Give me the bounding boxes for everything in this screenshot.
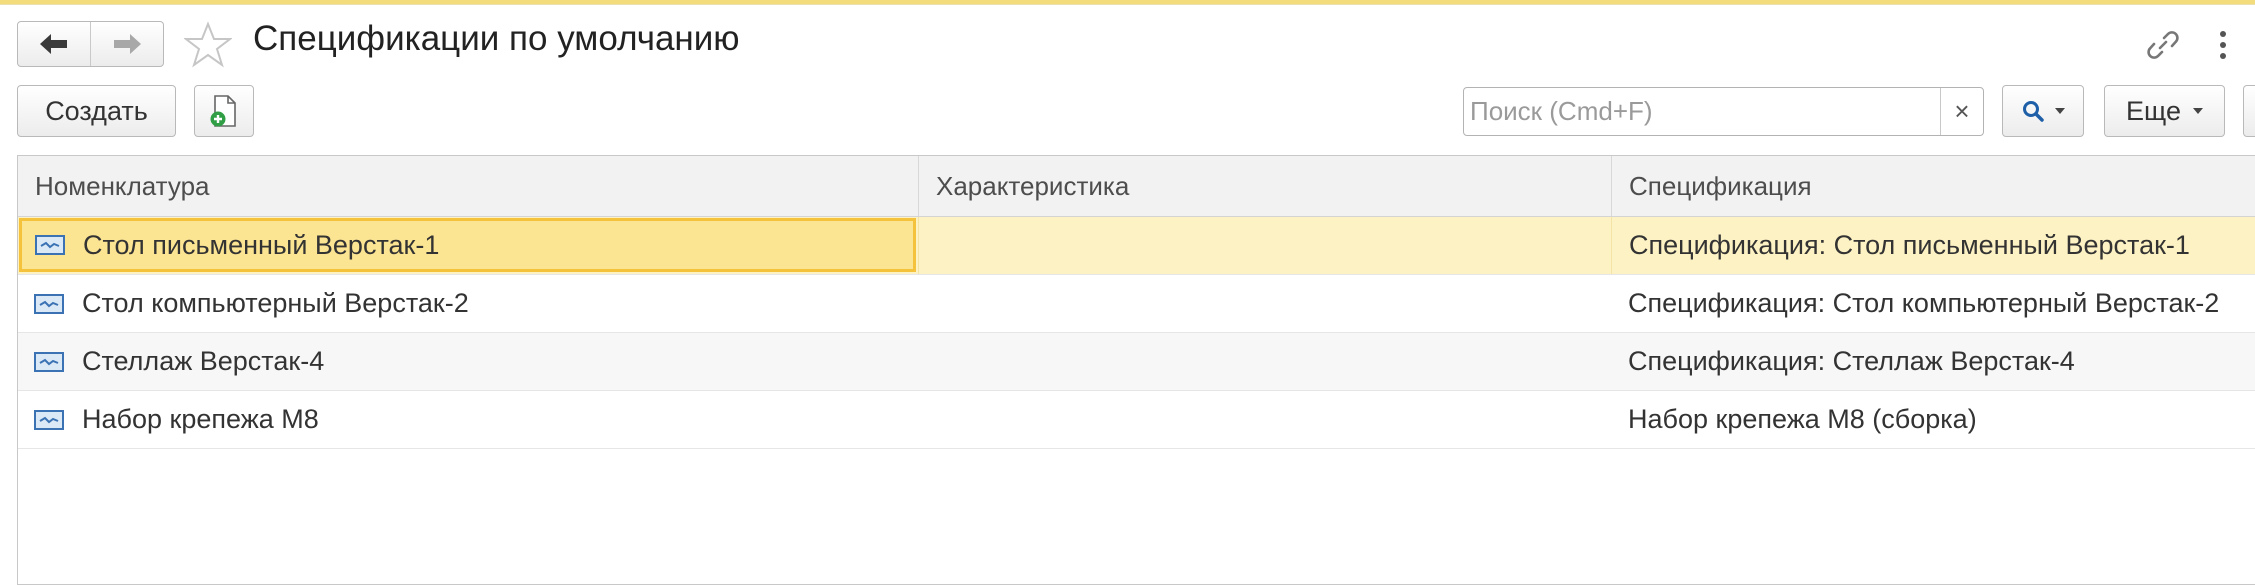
nomenclature-cell[interactable]: Стол письменный Верстак-1 [19, 218, 916, 272]
nomenclature-cell[interactable]: Стеллаж Верстак-4 [18, 333, 918, 390]
chevron-down-icon [2055, 108, 2065, 114]
chevron-down-icon [2192, 108, 2203, 114]
page-title: Спецификации по умолчанию [253, 19, 740, 58]
link-icon[interactable] [2145, 27, 2181, 63]
forward-button[interactable] [90, 22, 163, 66]
nomenclature-text: Стол компьютерный Верстак-2 [82, 288, 469, 318]
back-button[interactable] [18, 22, 90, 66]
catalog-item-icon [35, 235, 65, 255]
characteristic-cell[interactable] [918, 275, 1611, 332]
specification-cell[interactable]: Спецификация: Стол компьютерный Верстак-… [1611, 275, 2255, 332]
catalog-item-icon [34, 409, 64, 430]
clear-icon: × [1954, 96, 1970, 126]
nomenclature-cell[interactable]: Набор крепежа М8 [18, 391, 918, 448]
nomenclature-text: Стеллаж Верстак-4 [82, 346, 325, 376]
search-icon [2023, 101, 2044, 122]
search-input[interactable] [1464, 88, 1940, 135]
back-arrow-icon [40, 34, 67, 54]
column-header-characteristic[interactable]: Характеристика [918, 156, 1611, 216]
window-top-divider [0, 4, 2255, 5]
catalog-item-icon [34, 293, 64, 314]
specifications-table: Номенклатура Характеристика Спецификация… [17, 155, 2255, 585]
create-button[interactable]: Создать [17, 85, 176, 137]
specification-cell[interactable]: Спецификация: Стол письменный Верстак-1 [1611, 217, 2255, 274]
help-button[interactable] [2243, 85, 2255, 137]
table-row[interactable]: Набор крепежа М8 Набор крепежа М8 (сборк… [18, 391, 2255, 449]
column-header-specification[interactable]: Спецификация [1611, 156, 2255, 216]
more-vertical-icon[interactable] [2213, 27, 2233, 63]
characteristic-cell[interactable] [918, 217, 1611, 274]
table-row[interactable]: Стеллаж Верстак-4 Спецификация: Стеллаж … [18, 333, 2255, 391]
column-header-nomenclature[interactable]: Номенклатура [18, 156, 918, 216]
nomenclature-text: Стол письменный Верстак-1 [83, 229, 440, 260]
table-row[interactable]: Стол компьютерный Верстак-2 Спецификация… [18, 275, 2255, 333]
catalog-item-icon [34, 351, 64, 372]
search-button[interactable] [2002, 85, 2084, 137]
nomenclature-text: Набор крепежа М8 [82, 404, 319, 434]
table-row[interactable]: Стол письменный Верстак-1 Спецификация: … [18, 217, 2255, 275]
search-field: × [1463, 87, 1984, 136]
favorite-star-icon[interactable] [184, 21, 232, 69]
more-actions-button[interactable]: Еще [2104, 85, 2225, 137]
clear-search-button[interactable]: × [1940, 88, 1983, 135]
add-file-icon [210, 95, 236, 127]
table-header: Номенклатура Характеристика Спецификация [18, 156, 2255, 217]
characteristic-cell[interactable] [918, 333, 1611, 390]
more-actions-label: Еще [2126, 95, 2181, 126]
create-copy-button[interactable] [194, 85, 254, 137]
specification-cell[interactable]: Спецификация: Стеллаж Верстак-4 [1611, 333, 2255, 390]
characteristic-cell[interactable] [918, 391, 1611, 448]
specification-cell[interactable]: Набор крепежа М8 (сборка) [1611, 391, 2255, 448]
nomenclature-cell[interactable]: Стол компьютерный Верстак-2 [18, 275, 918, 332]
forward-arrow-icon [114, 34, 141, 54]
navigation-buttons [17, 21, 164, 67]
